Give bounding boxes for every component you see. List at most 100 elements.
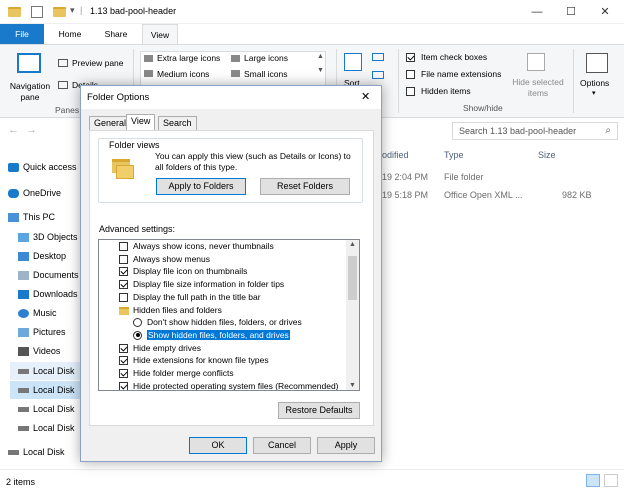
adv-item-full-path[interactable]: Display the full path in the title bar <box>119 291 347 304</box>
tab-view-options[interactable]: View <box>126 114 156 130</box>
adv-item-show-hidden[interactable]: Show hidden files, folders, and drives <box>133 329 347 342</box>
row-2-type: Office Open XML ... <box>444 190 523 200</box>
search-box[interactable]: Search 1.13 bad-pool-header ⌕ <box>452 122 618 140</box>
tab-file[interactable]: File <box>0 24 44 44</box>
checkbox[interactable] <box>119 381 128 390</box>
adv-item-hide-merge-conflicts[interactable]: Hide folder merge conflicts <box>119 367 347 380</box>
navigation-pane-button[interactable]: Navigation pane <box>8 81 52 103</box>
minimize-button[interactable]: — <box>522 0 552 24</box>
checkbox[interactable] <box>119 267 128 277</box>
options-dropdown-icon[interactable]: ▾ <box>592 89 596 97</box>
gallery-scroll-down-icon[interactable]: ▼ <box>317 67 324 74</box>
apply-button[interactable]: Apply <box>317 437 375 454</box>
layout-extra-large[interactable]: Extra large icons <box>157 53 220 64</box>
nav-3d-objects[interactable]: 3D Objects <box>10 228 90 246</box>
nav-local-disk-3[interactable]: Local Disk <box>10 400 90 418</box>
column-type[interactable]: Type <box>444 148 464 162</box>
ribbon-tabs <box>0 24 624 44</box>
nav-local-disk-1[interactable]: Local Disk <box>10 362 90 380</box>
scrollbar-thumb[interactable] <box>348 256 357 300</box>
nav-quick-access[interactable]: Quick access <box>0 158 80 176</box>
large-icons-view-icon[interactable] <box>604 474 618 487</box>
gallery-scroll-up-icon[interactable]: ▲ <box>317 53 324 60</box>
nav-documents[interactable]: Documents <box>10 266 90 284</box>
checkbox[interactable] <box>119 356 128 366</box>
checkbox[interactable] <box>119 280 128 290</box>
divider <box>398 49 399 113</box>
nav-this-pc[interactable]: This PC <box>0 208 80 226</box>
ok-button[interactable]: OK <box>189 437 247 454</box>
back-arrow-icon[interactable]: ← <box>8 124 19 136</box>
checkbox[interactable] <box>119 369 128 378</box>
adv-item-hide-protected-files[interactable]: Hide protected operating system files (R… <box>119 380 347 390</box>
adv-item-file-size-info[interactable]: Display file size information in folder … <box>119 278 347 291</box>
close-button[interactable]: ✕ <box>590 0 620 24</box>
window-title: 1.13 bad-pool-header <box>90 6 177 16</box>
checkbox[interactable] <box>119 343 128 353</box>
tab-general[interactable]: General <box>89 116 132 130</box>
adv-item-hide-empty-drives[interactable]: Hide empty drives <box>119 342 347 355</box>
new-folder-icon[interactable] <box>53 7 66 17</box>
tab-home[interactable]: Home <box>52 24 88 44</box>
nav-desktop[interactable]: Desktop <box>10 247 90 265</box>
nav-music[interactable]: Music <box>10 304 90 322</box>
scroll-down-icon[interactable]: ▼ <box>349 382 356 389</box>
nav-local-disk-2[interactable]: Local Disk <box>10 381 90 399</box>
file-name-extensions-checkbox[interactable] <box>406 70 415 79</box>
add-columns-icon[interactable] <box>372 71 384 79</box>
advanced-list-scrollbar[interactable]: ▲ ▼ <box>346 240 359 390</box>
radio-button[interactable] <box>133 330 142 340</box>
properties-icon[interactable] <box>31 6 43 18</box>
layout-large[interactable]: Large icons <box>244 53 288 64</box>
nav-label: Quick access <box>23 162 77 172</box>
dialog-close-button[interactable]: ✕ <box>361 90 370 103</box>
navigation-pane-icon[interactable] <box>17 53 41 73</box>
tab-search[interactable]: Search <box>158 116 197 130</box>
sort-icon[interactable] <box>344 53 362 71</box>
checkbox[interactable] <box>119 292 128 302</box>
column-modified[interactable]: odified <box>382 148 409 162</box>
forward-arrow-icon[interactable]: → <box>26 124 37 136</box>
cancel-button[interactable]: Cancel <box>253 437 311 454</box>
tab-view[interactable]: View <box>142 24 178 44</box>
nav-pictures[interactable]: Pictures <box>10 323 90 341</box>
row-1-type: File folder <box>444 172 484 182</box>
checkbox[interactable] <box>119 242 128 251</box>
item-check-boxes-checkbox[interactable] <box>406 53 415 62</box>
customize-qat-icon[interactable]: ▾ <box>70 5 75 16</box>
hide-selected-button[interactable]: Hide selected items <box>510 77 566 99</box>
hidden-items-checkbox[interactable] <box>406 87 415 96</box>
item-label: Hide folder merge conflicts <box>133 368 234 378</box>
details-view-icon[interactable] <box>586 474 600 487</box>
layout-small[interactable]: Small icons <box>244 69 287 80</box>
advanced-settings-list[interactable]: Always show icons, never thumbnails Alwa… <box>98 239 360 391</box>
maximize-button[interactable]: ☐ <box>556 0 586 24</box>
group-by-icon[interactable] <box>372 53 384 61</box>
nav-onedrive[interactable]: OneDrive <box>0 184 80 202</box>
restore-defaults-button[interactable]: Restore Defaults <box>278 402 360 419</box>
adv-item-file-icon-thumbnails[interactable]: Display file icon on thumbnails <box>119 265 347 278</box>
layout-medium[interactable]: Medium icons <box>157 69 209 80</box>
checkbox[interactable] <box>119 254 128 264</box>
apply-to-folders-button[interactable]: Apply to Folders <box>156 178 246 195</box>
column-size[interactable]: Size <box>538 148 556 162</box>
reset-folders-button[interactable]: Reset Folders <box>260 178 350 195</box>
tab-share[interactable]: Share <box>98 24 134 44</box>
adv-item-always-show-menus[interactable]: Always show menus <box>119 253 347 266</box>
adv-item-dont-show-hidden[interactable]: Don't show hidden files, folders, or dri… <box>133 316 347 329</box>
nav-local-disk-5[interactable]: Local Disk <box>0 443 80 461</box>
nav-downloads[interactable]: Downloads <box>10 285 90 303</box>
scroll-up-icon[interactable]: ▲ <box>349 241 356 248</box>
preview-pane-button[interactable]: Preview pane <box>72 58 124 69</box>
nav-local-disk-4[interactable]: Local Disk <box>10 419 90 437</box>
adv-item-hide-extensions[interactable]: Hide extensions for known file types <box>119 354 347 367</box>
options-button[interactable]: Options <box>580 78 609 89</box>
folder-icon <box>8 7 21 17</box>
nav-videos[interactable]: Videos <box>10 342 90 360</box>
options-icon[interactable] <box>586 53 608 73</box>
radio-button[interactable] <box>133 318 142 328</box>
star-icon <box>8 163 19 173</box>
adv-item-always-show-icons[interactable]: Always show icons, never thumbnails <box>119 240 347 253</box>
item-label: Always show icons, never thumbnails <box>133 241 274 251</box>
search-input[interactable]: Search 1.13 bad-pool-header <box>459 126 576 136</box>
